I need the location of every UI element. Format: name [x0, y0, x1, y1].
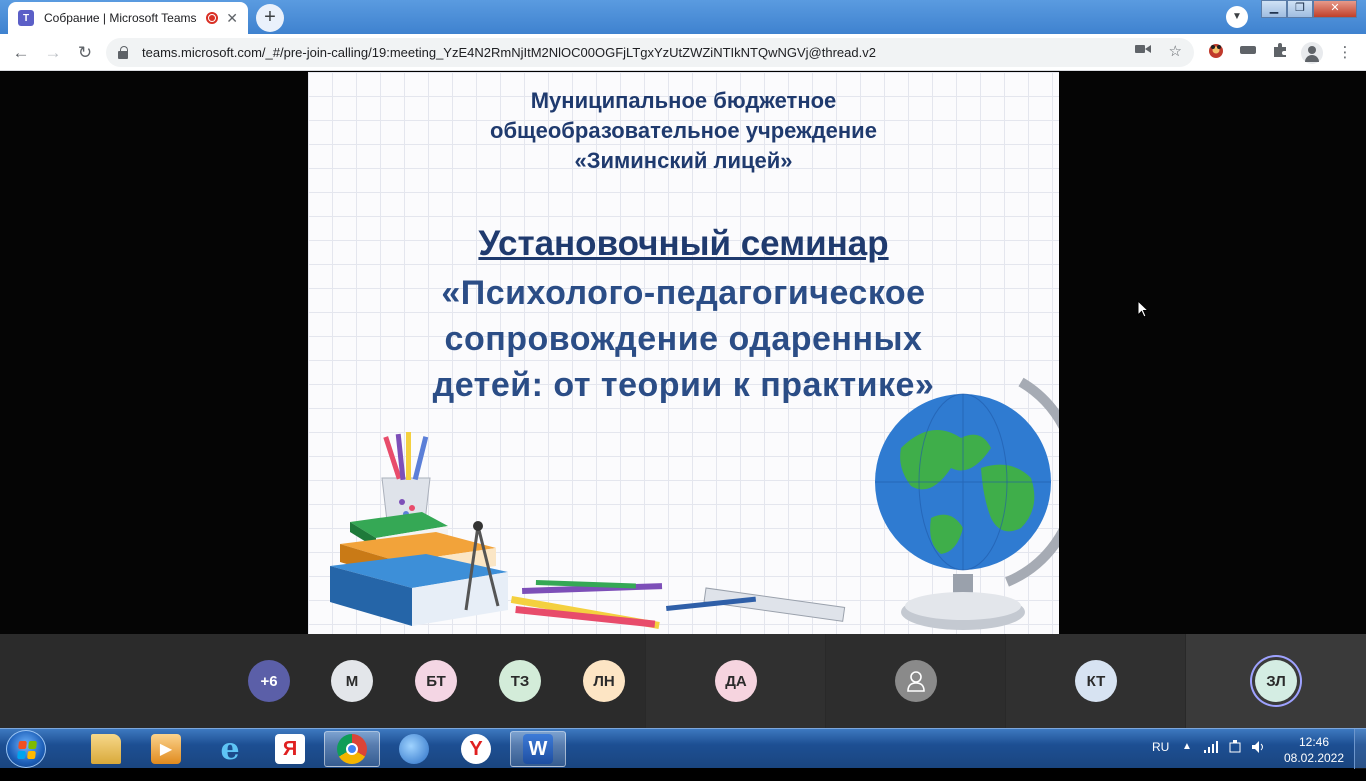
- tray-expand-icon[interactable]: ▲: [1182, 741, 1192, 781]
- taskbar-media-player[interactable]: ▶: [138, 731, 194, 767]
- participant-tile-da[interactable]: ДА: [646, 634, 825, 728]
- media-player-icon: ▶: [151, 734, 181, 764]
- participant-avatar-anonymous: [895, 660, 937, 702]
- close-window-button[interactable]: ✕: [1313, 0, 1357, 18]
- lock-icon[interactable]: [118, 45, 128, 59]
- participant-avatar-kt: КТ: [1075, 660, 1117, 702]
- participant-tile-kt[interactable]: КТ: [1006, 634, 1185, 728]
- system-clock[interactable]: 12:46 08.02.2022: [1282, 734, 1346, 766]
- window-controls: ▁ ❐ ✕: [1261, 0, 1357, 18]
- participant-avatar-zl-speaking: ЗЛ: [1255, 660, 1297, 702]
- menu-kebab-icon[interactable]: ⋮: [1334, 42, 1356, 64]
- taskbar-chrome[interactable]: [324, 731, 380, 767]
- slide-topic-line: «Психолого-педагогическое: [441, 274, 926, 312]
- tab-search-button[interactable]: ▼: [1226, 6, 1248, 28]
- back-button[interactable]: ←: [8, 40, 34, 66]
- person-icon: [907, 671, 925, 692]
- browser-tab[interactable]: T Собрание | Microsoft Teams ✕: [8, 2, 248, 34]
- maximize-button[interactable]: ❐: [1287, 0, 1313, 18]
- volume-icon[interactable]: [1252, 741, 1266, 781]
- browser-toolbar: ← → ↻ teams.microsoft.com/_#/pre-join-ca…: [0, 34, 1366, 71]
- minimize-button[interactable]: ▁: [1261, 0, 1287, 18]
- profile-avatar-icon[interactable]: [1301, 42, 1323, 64]
- meeting-stage: Муниципальное бюджетное общеобразователь…: [0, 72, 1366, 634]
- cast-icon[interactable]: [1237, 42, 1259, 64]
- tab-close-icon[interactable]: ✕: [226, 10, 238, 27]
- windows-logo-icon: [17, 741, 37, 759]
- globe-illustration-icon: [875, 377, 1059, 630]
- start-button[interactable]: [6, 730, 46, 768]
- word-icon: W: [523, 734, 553, 764]
- taskbar-internet-explorer[interactable]: e: [202, 731, 258, 767]
- slide-topic-line: сопровождение одаренных: [444, 320, 923, 358]
- avatar-initials: ТЗ: [510, 672, 530, 690]
- participant-avatar-tz[interactable]: ТЗ: [499, 660, 541, 702]
- slide-org-line: общеобразовательное учреждение: [490, 118, 877, 143]
- participant-tile-anonymous[interactable]: [826, 634, 1005, 728]
- teams-icon: T: [18, 10, 34, 26]
- tab-title: Собрание | Microsoft Teams: [44, 11, 197, 25]
- clock-date: 08.02.2022: [1283, 751, 1345, 765]
- avatar-initials: ЗЛ: [1266, 672, 1286, 690]
- browser-tab-strip: T Собрание | Microsoft Teams ✕ + ▼ ▁ ❐ ✕: [0, 0, 1366, 34]
- slide-organization-title: Муниципальное бюджетное общеобразователь…: [308, 86, 1059, 176]
- taskbar-yandex-browser[interactable]: Y: [448, 731, 504, 767]
- participant-avatar-m[interactable]: М: [331, 660, 373, 702]
- reload-button[interactable]: ↻: [72, 40, 98, 66]
- avatar-initials: ДА: [725, 672, 747, 690]
- power-icon[interactable]: [1228, 740, 1242, 780]
- yandex-icon: Я: [275, 734, 305, 764]
- taskbar-word[interactable]: W: [510, 731, 566, 767]
- new-tab-button[interactable]: +: [256, 4, 284, 32]
- taskbar-yandex[interactable]: Я: [262, 731, 318, 767]
- bookmark-star-icon[interactable]: ☆: [1169, 42, 1182, 60]
- slide-org-line: «Зиминский лицей»: [574, 148, 793, 173]
- participant-avatar-ln[interactable]: ЛН: [583, 660, 625, 702]
- explorer-icon: [91, 734, 121, 764]
- yandex-browser-icon: Y: [461, 734, 491, 764]
- participants-group-tile: +6 М БТ ТЗ ЛН: [0, 634, 645, 728]
- address-bar[interactable]: teams.microsoft.com/_#/pre-join-calling/…: [106, 38, 1194, 67]
- avatar-initials: М: [345, 672, 359, 690]
- windows-taskbar: ▶ e Я Y W RU ▲ 12:46 08.02.2022: [0, 728, 1366, 769]
- mouse-pointer-icon: [1137, 300, 1149, 318]
- slide-org-line: Муниципальное бюджетное: [530, 88, 837, 113]
- extensions-puzzle-icon[interactable]: [1269, 42, 1291, 64]
- taskbar-network[interactable]: [386, 731, 442, 767]
- forward-button[interactable]: →: [40, 40, 66, 66]
- internet-explorer-icon: e: [220, 731, 240, 767]
- participant-avatar-da: ДА: [715, 660, 757, 702]
- url-text[interactable]: teams.microsoft.com/_#/pre-join-calling/…: [142, 45, 876, 60]
- avatar-initials: БТ: [426, 672, 446, 690]
- clock-time: 12:46: [1298, 735, 1330, 749]
- avatar-initials: +6: [260, 672, 278, 690]
- participant-avatar-bt[interactable]: БТ: [415, 660, 457, 702]
- show-desktop-button[interactable]: [1354, 729, 1366, 769]
- participants-bar: +6 М БТ ТЗ ЛН ДА КТ ЗЛ: [0, 634, 1366, 728]
- slide-seminar-heading: Установочный семинар: [478, 224, 889, 263]
- extension-icon[interactable]: [1205, 42, 1227, 64]
- signal-bars-icon[interactable]: [1204, 741, 1218, 781]
- overflow-participants-avatar[interactable]: +6: [248, 660, 290, 702]
- avatar-initials: КТ: [1086, 672, 1106, 690]
- shared-presentation-slide: Муниципальное бюджетное общеобразователь…: [308, 72, 1059, 634]
- network-globe-icon: [399, 734, 429, 764]
- chrome-icon: [337, 734, 367, 764]
- participant-tile-zl[interactable]: ЗЛ: [1186, 634, 1366, 728]
- avatar-initials: ЛН: [593, 672, 615, 690]
- taskbar-explorer[interactable]: [78, 731, 134, 767]
- camera-icon[interactable]: [1134, 42, 1151, 60]
- recording-indicator-icon: [206, 12, 219, 24]
- school-supplies-illustration-icon: [330, 432, 846, 629]
- language-indicator[interactable]: RU: [1152, 740, 1169, 780]
